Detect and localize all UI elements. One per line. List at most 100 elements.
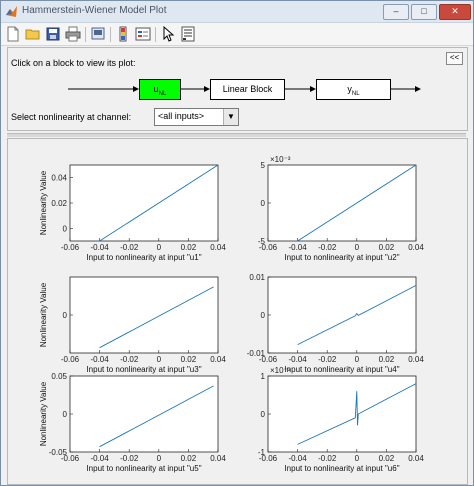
plot-3: -0.06 -0.04 -0.02 0 0.02 0.040Input to nonlin… <box>39 276 226 374</box>
channel-select-value: <all inputs> <box>158 111 205 121</box>
toolbar <box>1 23 473 46</box>
x-tick-label: 0 <box>355 355 360 364</box>
y-tick-label: 0 <box>261 311 266 320</box>
x-axis-label: Input to nonlinearity at input "u1" <box>86 253 201 262</box>
x-tick-label: 0 <box>157 355 162 364</box>
app-window: Hammerstein-Wiener Model Plot – □ ✕ << C… <box>0 0 474 486</box>
x-tick-label: -0.04 <box>90 454 109 463</box>
x-tick-label: 0.04 <box>408 243 424 252</box>
channel-select[interactable]: <all inputs> ▼ <box>154 108 239 126</box>
open-folder-icon[interactable] <box>25 26 41 42</box>
y-tick-label: -0.05 <box>49 448 68 457</box>
y-tick-label: 0 <box>63 224 68 233</box>
x-tick-label: 0.02 <box>379 454 395 463</box>
plot-6: -0.06 -0.04 -0.02 0 0.02 0.04-101×10⁻³Input t… <box>258 366 424 473</box>
input-nl-subscript: NL <box>158 90 167 97</box>
plot-axes-box <box>267 164 417 242</box>
x-tick-label: -0.02 <box>120 355 139 364</box>
plot-axes-box <box>69 375 219 453</box>
plot-axes-box <box>69 164 219 242</box>
title-bar: Hammerstein-Wiener Model Plot – □ ✕ <box>1 1 473 23</box>
x-tick-label: 0 <box>157 243 162 252</box>
y-tick-label: 0.04 <box>51 174 67 183</box>
plots-area: -0.06 -0.04 -0.02 0 0.02 0.04 0 0.02 0.04 Input t… <box>7 138 468 485</box>
plot-5: -0.06 -0.04 -0.02 0 0.02 0.04-0.0500.05Input … <box>39 372 226 473</box>
x-tick-label: 0.02 <box>181 243 197 252</box>
property-editor-icon[interactable] <box>180 26 196 42</box>
x-tick-label: -0.06 <box>61 355 80 364</box>
x-tick-label: -0.02 <box>318 243 337 252</box>
linear-block[interactable]: Linear Block <box>210 79 285 100</box>
block-selection-panel: << Click on a block to view its plot: uN… <box>7 47 468 131</box>
x-tick-label: -0.02 <box>318 454 337 463</box>
toolbar-separator <box>110 27 111 42</box>
panel-divider[interactable] <box>7 133 466 137</box>
x-tick-label: 0 <box>355 454 360 463</box>
y-tick-label: -0.01 <box>247 349 266 358</box>
y-tick-label: 0 <box>261 199 266 208</box>
y-tick-label: 0 <box>261 410 266 419</box>
print-icon[interactable] <box>65 26 81 42</box>
x-axis-label: Input to nonlinearity at input "u3" <box>86 365 201 374</box>
x-tick-label: -0.04 <box>90 355 109 364</box>
x-tick-label: 0 <box>157 454 162 463</box>
x-axis-label: Input to nonlinearity at input "u5" <box>86 464 201 473</box>
x-tick-label: 0.04 <box>210 243 226 252</box>
x-tick-label: 0 <box>355 243 360 252</box>
x-tick-label: -0.02 <box>120 454 139 463</box>
maximize-button[interactable]: □ <box>411 4 437 20</box>
x-tick-label: 0.02 <box>379 243 395 252</box>
print-preview-icon[interactable] <box>90 26 106 42</box>
x-tick-label: 0.04 <box>210 355 226 364</box>
y-tick-label: 0 <box>63 311 68 320</box>
toolbar-separator <box>155 27 156 42</box>
y-exponent-label: ×10⁻³ <box>270 366 291 375</box>
y-tick-label: 0 <box>63 410 68 419</box>
x-tick-label: 0.02 <box>181 454 197 463</box>
plot-axes-box <box>267 375 417 453</box>
colorbar-icon[interactable] <box>115 26 131 42</box>
channel-select-label: Select nonlinearity at channel: <box>11 112 132 122</box>
y-exponent-label: ×10⁻³ <box>270 155 291 164</box>
y-tick-label: 1 <box>261 372 266 381</box>
x-tick-label: -0.02 <box>120 243 139 252</box>
y-tick-label: 0.05 <box>51 372 67 381</box>
close-button[interactable]: ✕ <box>439 4 471 20</box>
legend-icon[interactable] <box>135 26 151 42</box>
y-tick-label: 5 <box>261 161 266 170</box>
x-tick-label: -0.04 <box>288 355 307 364</box>
x-tick-label: 0.02 <box>181 355 197 364</box>
x-tick-label: -0.04 <box>90 243 109 252</box>
x-axis-label: Input to nonlinearity at input "u4" <box>284 365 399 374</box>
output-nonlinearity-block[interactable]: yNL <box>316 79 391 100</box>
y-axis-label: Nonlinearity Value <box>39 381 48 446</box>
window-title: Hammerstein-Wiener Model Plot <box>22 5 167 16</box>
x-tick-label: -0.02 <box>318 355 337 364</box>
x-tick-label: 0.02 <box>379 355 395 364</box>
save-icon[interactable] <box>45 26 61 42</box>
minimize-button[interactable]: – <box>383 4 409 20</box>
chevron-down-icon[interactable]: ▼ <box>223 109 238 125</box>
x-tick-label: -0.04 <box>288 454 307 463</box>
x-tick-label: 0.04 <box>408 355 424 364</box>
y-tick-label: -5 <box>258 237 266 246</box>
y-tick-label: -1 <box>258 448 266 457</box>
input-nonlinearity-block[interactable]: uNL <box>139 79 181 100</box>
x-axis-label: Input to nonlinearity at input "u2" <box>284 253 399 262</box>
y-tick-label: 0.02 <box>51 199 67 208</box>
pointer-icon[interactable] <box>160 26 176 42</box>
y-tick-label: 0.01 <box>249 273 265 282</box>
plot-axes-box <box>267 276 417 354</box>
x-axis-label: Input to nonlinearity at input "u6" <box>284 464 399 473</box>
y-axis-label: Nonlinearity Value <box>39 282 48 347</box>
x-tick-label: -0.06 <box>61 243 80 252</box>
plot-4: -0.06 -0.04 -0.02 0 0.02 0.04-0.0100.01Input … <box>247 273 425 374</box>
plot-1: -0.06 -0.04 -0.02 0 0.02 0.04 0 0.02 0.04 Input t… <box>39 164 226 262</box>
new-file-icon[interactable] <box>5 26 21 42</box>
x-tick-label: 0.04 <box>210 454 226 463</box>
x-tick-label: 0.04 <box>408 454 424 463</box>
toolbar-separator <box>85 27 86 42</box>
y-axis-label: Nonlinearity Value <box>39 170 48 235</box>
plot-2: -0.06 -0.04 -0.02 0 0.02 0.04-505×10⁻³Input t… <box>258 155 424 262</box>
nonlinearity-plots: -0.06 -0.04 -0.02 0 0.02 0.04 0 0.02 0.04 Input t… <box>39 155 425 473</box>
